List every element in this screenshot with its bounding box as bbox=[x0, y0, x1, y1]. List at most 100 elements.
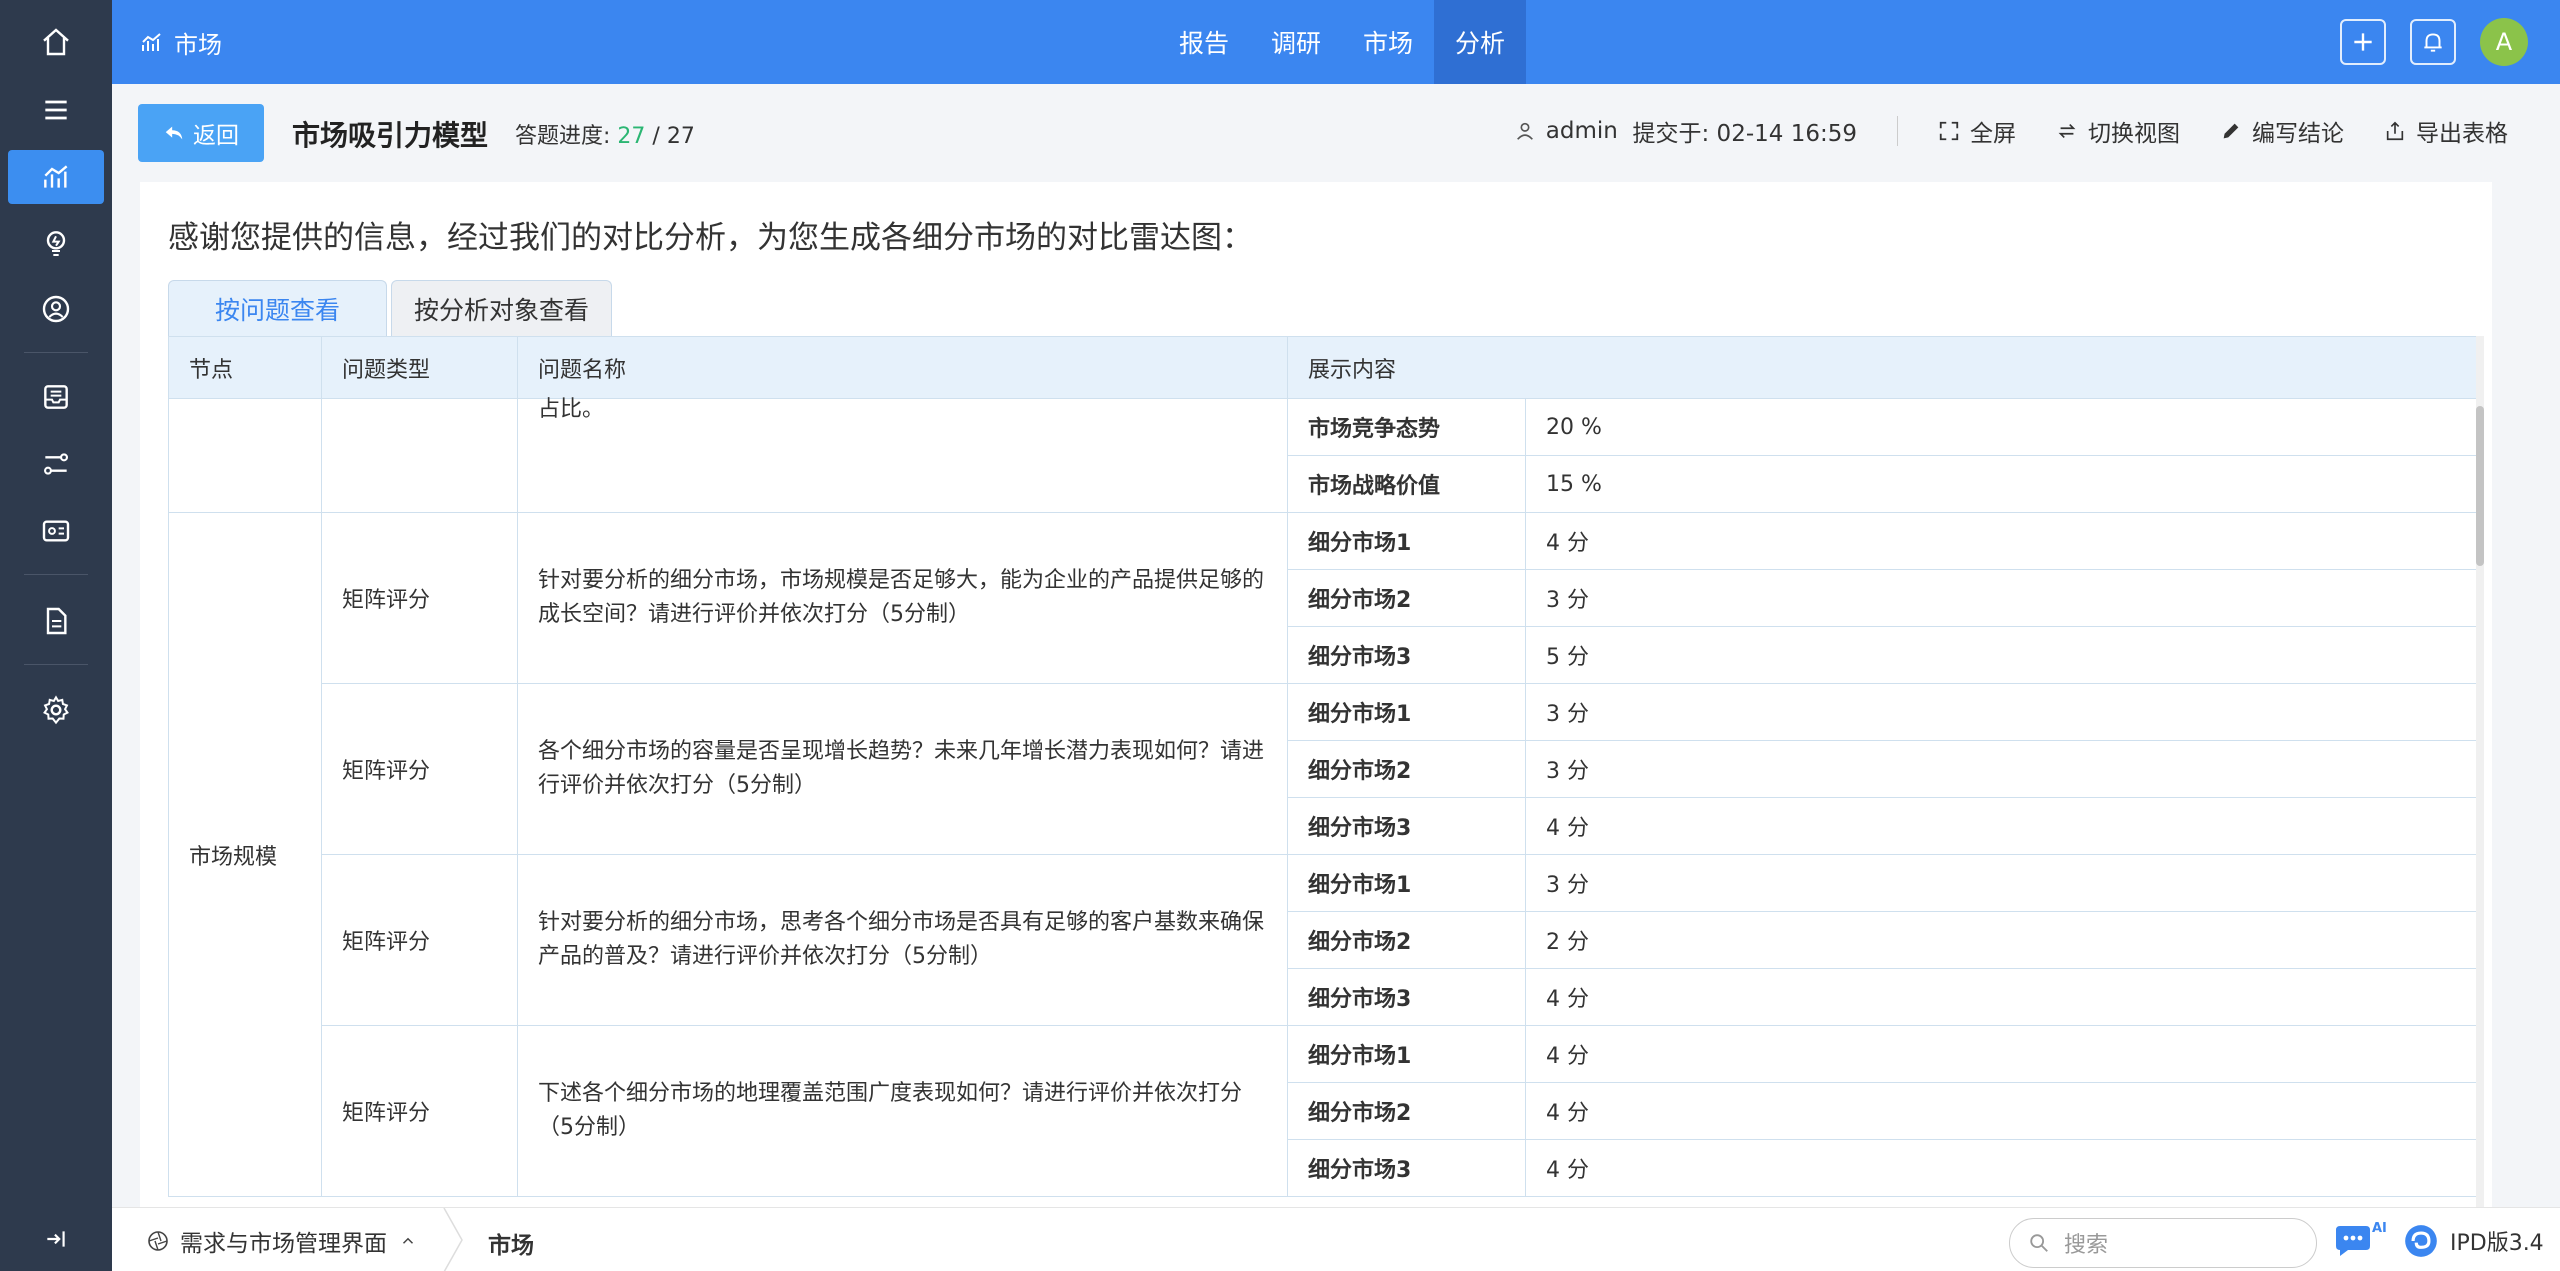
menu-icon bbox=[45, 100, 67, 120]
sidebar-item-card[interactable] bbox=[0, 504, 112, 558]
item-label-cell: 细分市场3 bbox=[1287, 797, 1526, 855]
aperture-icon bbox=[148, 1231, 168, 1251]
export-table-button[interactable]: 导出表格 bbox=[2384, 114, 2508, 148]
sidebar-item-ideas[interactable] bbox=[0, 216, 112, 270]
page-title: 市场吸引力模型 bbox=[292, 119, 489, 152]
ai-assistant-icon[interactable]: AI bbox=[2332, 1220, 2386, 1260]
lightbulb-icon bbox=[46, 231, 66, 256]
sidebar-item-user[interactable] bbox=[0, 282, 112, 336]
search-placeholder: 搜索 bbox=[2064, 1233, 2109, 1258]
back-label: 返回 bbox=[193, 123, 239, 149]
header-actions: admin 提交于: 02-14 16:59 全屏 切换视图 编写结论 导出表格 bbox=[1514, 114, 2508, 148]
search-input[interactable]: 搜索 bbox=[2009, 1218, 2317, 1268]
question-type-cell: 矩阵评分 bbox=[321, 854, 518, 1026]
module-label: 需求与市场管理界面 bbox=[180, 1231, 387, 1257]
item-label-cell: 细分市场2 bbox=[1287, 569, 1526, 627]
question-name-text: 占比。 bbox=[538, 397, 605, 422]
back-button[interactable]: 返回 bbox=[138, 104, 264, 162]
node-cell bbox=[168, 398, 322, 513]
sidebar-item-menu[interactable] bbox=[0, 83, 112, 137]
sidebar-item-home[interactable] bbox=[0, 15, 112, 69]
sidebar-item-document[interactable] bbox=[0, 594, 112, 648]
workflow-icon bbox=[43, 453, 69, 475]
item-value-cell: 3 分 bbox=[1524, 740, 2478, 798]
sidebar-collapse-button[interactable] bbox=[0, 1207, 112, 1271]
sidebar-divider bbox=[24, 574, 88, 575]
submitter-info: admin 提交于: 02-14 16:59 bbox=[1514, 114, 1857, 148]
bell-icon bbox=[2424, 33, 2442, 52]
item-value-cell: 2 分 bbox=[1524, 911, 2478, 969]
switch-view-button[interactable]: 切换视图 bbox=[2056, 114, 2180, 148]
view-tabs: 按问题查看 按分析对象查看 bbox=[168, 280, 613, 336]
item-value-cell: 15 % bbox=[1524, 455, 2478, 513]
item-value-cell: 3 分 bbox=[1524, 854, 2478, 912]
sidebar-item-inbox[interactable] bbox=[0, 370, 112, 424]
item-label-cell: 细分市场3 bbox=[1287, 1139, 1526, 1197]
ai-badge: AI bbox=[2372, 1221, 2386, 1236]
item-label-cell: 细分市场1 bbox=[1287, 1025, 1526, 1083]
item-label-cell: 细分市场2 bbox=[1287, 1082, 1526, 1140]
question-type-cell: 矩阵评分 bbox=[321, 1025, 518, 1197]
sidebar-divider bbox=[24, 352, 88, 353]
item-label-cell: 细分市场1 bbox=[1287, 854, 1526, 912]
item-label-cell: 细分市场3 bbox=[1287, 626, 1526, 684]
table-scrollbar[interactable] bbox=[2476, 336, 2484, 1207]
item-label-cell: 细分市场3 bbox=[1287, 968, 1526, 1026]
module-switcher[interactable]: 需求与市场管理界面 bbox=[146, 1224, 417, 1258]
sidebar-divider bbox=[24, 664, 88, 665]
item-label-cell: 市场竞争态势 bbox=[1287, 398, 1526, 456]
content-card: 感谢您提供的信息，经过我们的对比分析，为您生成各细分市场的对比雷达图： 按问题查… bbox=[140, 182, 2492, 1207]
bottom-bar: 需求与市场管理界面 市场 搜索 AI IPD版3.4 bbox=[112, 1207, 2560, 1271]
module-brand[interactable]: 市场 bbox=[140, 24, 222, 60]
column-header: 问题名称 bbox=[517, 336, 1288, 399]
inbox-icon bbox=[44, 385, 68, 409]
result-table-container[interactable]: 节点 问题类型 问题名称 展示内容 占比。 市场竞争态势 20 % 市场战略价值… bbox=[168, 336, 2484, 1207]
scrollbar-thumb[interactable] bbox=[2476, 406, 2484, 566]
item-value-cell: 20 % bbox=[1524, 398, 2478, 456]
nav-analysis[interactable]: 分析 bbox=[1434, 0, 1527, 84]
tab-by-object[interactable]: 按分析对象查看 bbox=[391, 280, 613, 336]
item-label-cell: 细分市场1 bbox=[1287, 683, 1526, 741]
item-value-cell: 3 分 bbox=[1524, 683, 2478, 741]
progress-separator: / bbox=[645, 124, 667, 149]
notifications-button[interactable] bbox=[2410, 19, 2456, 65]
item-value-cell: 4 分 bbox=[1524, 1139, 2478, 1197]
fullscreen-button[interactable]: 全屏 bbox=[1938, 114, 2016, 148]
user-circle-icon bbox=[42, 295, 70, 323]
write-conclusion-button[interactable]: 编写结论 bbox=[2220, 114, 2344, 148]
item-label-cell: 市场战略价值 bbox=[1287, 455, 1526, 513]
nav-report[interactable]: 报告 bbox=[1158, 0, 1250, 84]
item-label-cell: 细分市场2 bbox=[1287, 911, 1526, 969]
header-divider bbox=[1897, 116, 1898, 146]
add-button[interactable] bbox=[2340, 19, 2386, 65]
question-name-cell: 各个细分市场的容量是否呈现增长趋势？未来几年增长潜力表现如何？请进行评价并依次打… bbox=[517, 683, 1288, 855]
item-value-cell: 4 分 bbox=[1524, 1082, 2478, 1140]
avatar[interactable]: A bbox=[2480, 18, 2528, 66]
question-type-cell bbox=[321, 398, 518, 513]
nav-survey[interactable]: 调研 bbox=[1250, 0, 1342, 84]
result-table: 节点 问题类型 问题名称 展示内容 占比。 市场竞争态势 20 % 市场战略价值… bbox=[168, 336, 2478, 1197]
intro-text: 感谢您提供的信息，经过我们的对比分析，为您生成各细分市场的对比雷达图： bbox=[168, 220, 1253, 256]
item-value-cell: 5 分 bbox=[1524, 626, 2478, 684]
sidebar-item-settings[interactable] bbox=[0, 683, 112, 737]
top-actions: A bbox=[2316, 18, 2528, 66]
collapse-arrow-icon bbox=[47, 1231, 65, 1247]
nav-market[interactable]: 市场 bbox=[1342, 0, 1434, 84]
progress-total: 27 bbox=[666, 124, 695, 149]
table-header-row: 节点 问题类型 问题名称 展示内容 bbox=[168, 336, 2478, 399]
node-cell: 市场规模 bbox=[168, 512, 322, 1197]
sidebar-item-analysis[interactable] bbox=[8, 150, 104, 204]
question-name-cell: 针对要分析的细分市场，市场规模是否足够大，能为企业的产品提供足够的成长空间？请进… bbox=[517, 512, 1288, 684]
sidebar bbox=[0, 0, 112, 1271]
gear-icon bbox=[43, 695, 69, 725]
fullscreen-label: 全屏 bbox=[1970, 121, 2016, 147]
table-row: 市场规模 矩阵评分 针对要分析的细分市场，市场规模是否足够大，能为企业的产品提供… bbox=[168, 512, 2478, 1197]
tab-by-question[interactable]: 按问题查看 bbox=[168, 280, 388, 336]
top-nav: 报告 调研 市场 分析 bbox=[1158, 0, 1527, 84]
submit-time: 提交于: 02-14 16:59 bbox=[1632, 121, 1858, 147]
sidebar-item-workflow[interactable] bbox=[0, 437, 112, 491]
breadcrumb[interactable]: 市场 bbox=[488, 1226, 534, 1260]
item-value-cell: 4 分 bbox=[1524, 968, 2478, 1026]
table-row: 占比。 市场竞争态势 20 % bbox=[168, 397, 2478, 513]
export-table-label: 导出表格 bbox=[2416, 121, 2508, 147]
